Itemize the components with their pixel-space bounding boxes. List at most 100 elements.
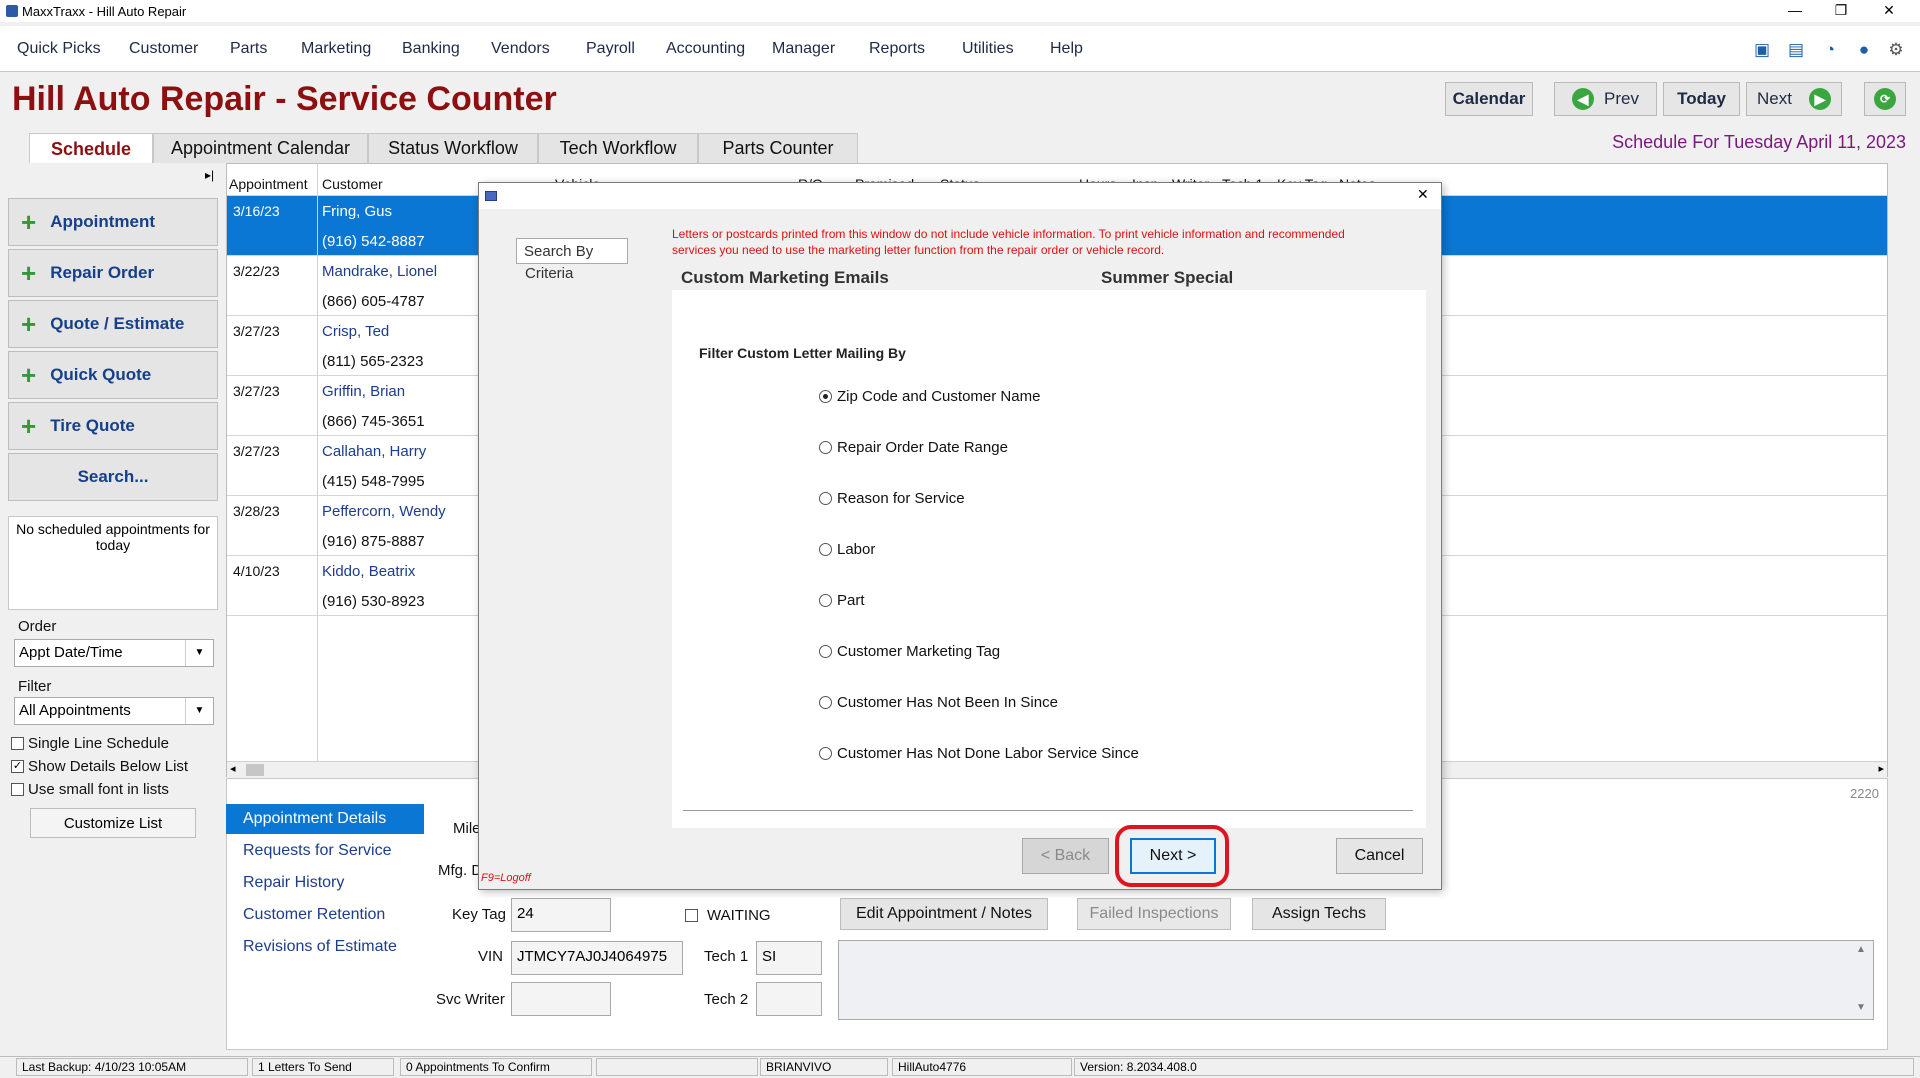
document-icon[interactable]: ▤	[1786, 40, 1806, 60]
radio-ro-date-range[interactable]	[819, 441, 832, 454]
radio-not-done-labor[interactable]	[819, 747, 832, 760]
dialog-app-icon	[485, 191, 497, 201]
letters-to-send-status[interactable]: 1 Letters To Send	[252, 1058, 394, 1076]
waiting-checkbox[interactable]	[685, 909, 698, 922]
back-button[interactable]: < Back	[1022, 838, 1109, 874]
collapse-icon[interactable]: ▸|	[205, 168, 214, 182]
link-requests-for-service[interactable]: Requests for Service	[243, 842, 392, 860]
scroll-right-icon[interactable]: ▸	[1878, 762, 1884, 775]
cancel-button[interactable]: Cancel	[1336, 838, 1423, 874]
quick-quote-button[interactable]: + Quick Quote	[8, 351, 218, 399]
dialog-close-icon[interactable]: ✕	[1417, 186, 1429, 203]
menu-quick-picks[interactable]: Quick Picks	[17, 40, 101, 58]
prev-button[interactable]: ◀ Prev	[1554, 82, 1657, 116]
scroll-left-icon[interactable]: ◂	[230, 762, 236, 775]
search-label: Search...	[77, 467, 149, 486]
new-quote-button[interactable]: + Quote / Estimate	[8, 300, 218, 348]
radio-marketing-tag[interactable]	[819, 645, 832, 658]
option-not-been-in-since[interactable]: Customer Has Not Been In Since	[837, 694, 1058, 711]
user-icon[interactable]: ●	[1854, 40, 1874, 60]
column-appointment[interactable]: Appointment	[229, 176, 308, 192]
order-select[interactable]: Appt Date/Time ▼	[14, 639, 214, 667]
restore-icon[interactable]: ❐	[1818, 0, 1864, 22]
link-revisions-of-estimate[interactable]: Revisions of Estimate	[243, 938, 397, 956]
menu-accounting[interactable]: Accounting	[666, 40, 745, 58]
radio-zip-customer[interactable]	[819, 390, 832, 403]
show-details-checkbox[interactable]: ✓	[11, 760, 24, 773]
edit-appointment-button[interactable]: Edit Appointment / Notes	[840, 898, 1048, 930]
new-appointment-button[interactable]: + Appointment	[8, 198, 218, 246]
menu-marketing[interactable]: Marketing	[301, 40, 371, 58]
option-part[interactable]: Part	[837, 592, 865, 609]
next-day-button[interactable]: Next ▶	[1746, 82, 1842, 116]
link-customer-retention[interactable]: Customer Retention	[243, 906, 385, 924]
gear-icon[interactable]: ⚙	[1886, 40, 1906, 60]
row-customer-phone: (916) 530-8923	[322, 593, 425, 610]
next-highlight-ring	[1115, 825, 1229, 887]
small-font-checkbox[interactable]	[11, 783, 24, 796]
scroll-up-icon[interactable]: ▲	[1856, 944, 1866, 955]
menu-parts[interactable]: Parts	[230, 40, 267, 58]
tab-appointment-calendar[interactable]: Appointment Calendar	[153, 133, 368, 163]
refresh-icon: ⟳	[1874, 88, 1896, 110]
save-icon[interactable]: ▣	[1752, 40, 1772, 60]
option-reason-for-service[interactable]: Reason for Service	[837, 490, 965, 507]
tech1-field[interactable]: SI	[756, 941, 822, 975]
option-ro-date-range[interactable]: Repair Order Date Range	[837, 439, 1008, 456]
menu-customer[interactable]: Customer	[129, 40, 198, 58]
dialog-titlebar: ✕	[479, 183, 1441, 209]
scroll-down-icon[interactable]: ▼	[1856, 1002, 1866, 1013]
minimize-icon[interactable]: —	[1772, 0, 1818, 22]
menu-banking[interactable]: Banking	[402, 40, 460, 58]
tech2-field[interactable]	[756, 982, 822, 1016]
today-button[interactable]: Today	[1663, 82, 1740, 116]
tire-quote-button[interactable]: + Tire Quote	[8, 402, 218, 450]
refresh-button[interactable]: ⟳	[1864, 82, 1906, 116]
menu-payroll[interactable]: Payroll	[586, 40, 635, 58]
failed-inspections-button[interactable]: Failed Inspections	[1077, 898, 1231, 930]
criteria-step[interactable]: Criteria	[525, 265, 573, 282]
calendar-button[interactable]: Calendar	[1445, 82, 1533, 116]
option-not-done-labor[interactable]: Customer Has Not Done Labor Service Sinc…	[837, 745, 1139, 762]
menu-vendors[interactable]: Vendors	[491, 40, 550, 58]
radio-reason-for-service[interactable]	[819, 492, 832, 505]
appointments-to-confirm-status[interactable]: 0 Appointments To Confirm	[400, 1058, 592, 1076]
option-marketing-tag[interactable]: Customer Marketing Tag	[837, 643, 1000, 660]
radio-labor[interactable]	[819, 543, 832, 556]
option-zip-customer[interactable]: Zip Code and Customer Name	[837, 388, 1040, 405]
close-window-icon[interactable]: ✕	[1866, 0, 1912, 22]
tab-schedule[interactable]: Schedule	[29, 133, 153, 164]
notes-textarea[interactable]	[838, 940, 1874, 1020]
window-title: MaxxTraxx - Hill Auto Repair	[22, 4, 187, 19]
tab-tech-workflow[interactable]: Tech Workflow	[538, 133, 698, 163]
link-repair-history[interactable]: Repair History	[243, 874, 344, 892]
filter-select[interactable]: All Appointments ▼	[14, 697, 214, 725]
search-by-step[interactable]: Search By	[516, 238, 628, 264]
tab-status-workflow[interactable]: Status Workflow	[368, 133, 538, 163]
assign-techs-button[interactable]: Assign Techs	[1252, 898, 1386, 930]
radio-not-been-in-since[interactable]	[819, 696, 832, 709]
column-customer[interactable]: Customer	[322, 176, 383, 192]
option-labor[interactable]: Labor	[837, 541, 875, 558]
menu-reports[interactable]: Reports	[869, 40, 925, 58]
search-button[interactable]: Search...	[8, 453, 218, 501]
scroll-thumb[interactable]	[246, 764, 264, 776]
customize-list-button[interactable]: Customize List	[30, 808, 196, 838]
single-line-label: Single Line Schedule	[28, 735, 169, 752]
menu-utilities[interactable]: Utilities	[962, 40, 1014, 58]
link-appointment-details[interactable]: Appointment Details	[243, 810, 386, 828]
tab-parts-counter[interactable]: Parts Counter	[698, 133, 858, 163]
radio-part[interactable]	[819, 594, 832, 607]
vin-field[interactable]: JTMCY7AJ0J4064975	[511, 941, 683, 975]
menu-manager[interactable]: Manager	[772, 40, 835, 58]
menu-help[interactable]: Help	[1050, 40, 1083, 58]
prev-label: Prev	[1604, 89, 1639, 108]
maxxtraxx-icon[interactable]: ◔	[1820, 40, 1840, 60]
svc-writer-field[interactable]	[511, 982, 611, 1016]
single-line-checkbox[interactable]	[11, 737, 24, 750]
key-tag-field[interactable]: 24	[511, 898, 611, 932]
chevron-down-icon: ▼	[185, 640, 213, 666]
new-repair-order-label: Repair Order	[50, 263, 155, 282]
quick-quote-label: Quick Quote	[50, 365, 152, 384]
new-repair-order-button[interactable]: + Repair Order	[8, 249, 218, 297]
